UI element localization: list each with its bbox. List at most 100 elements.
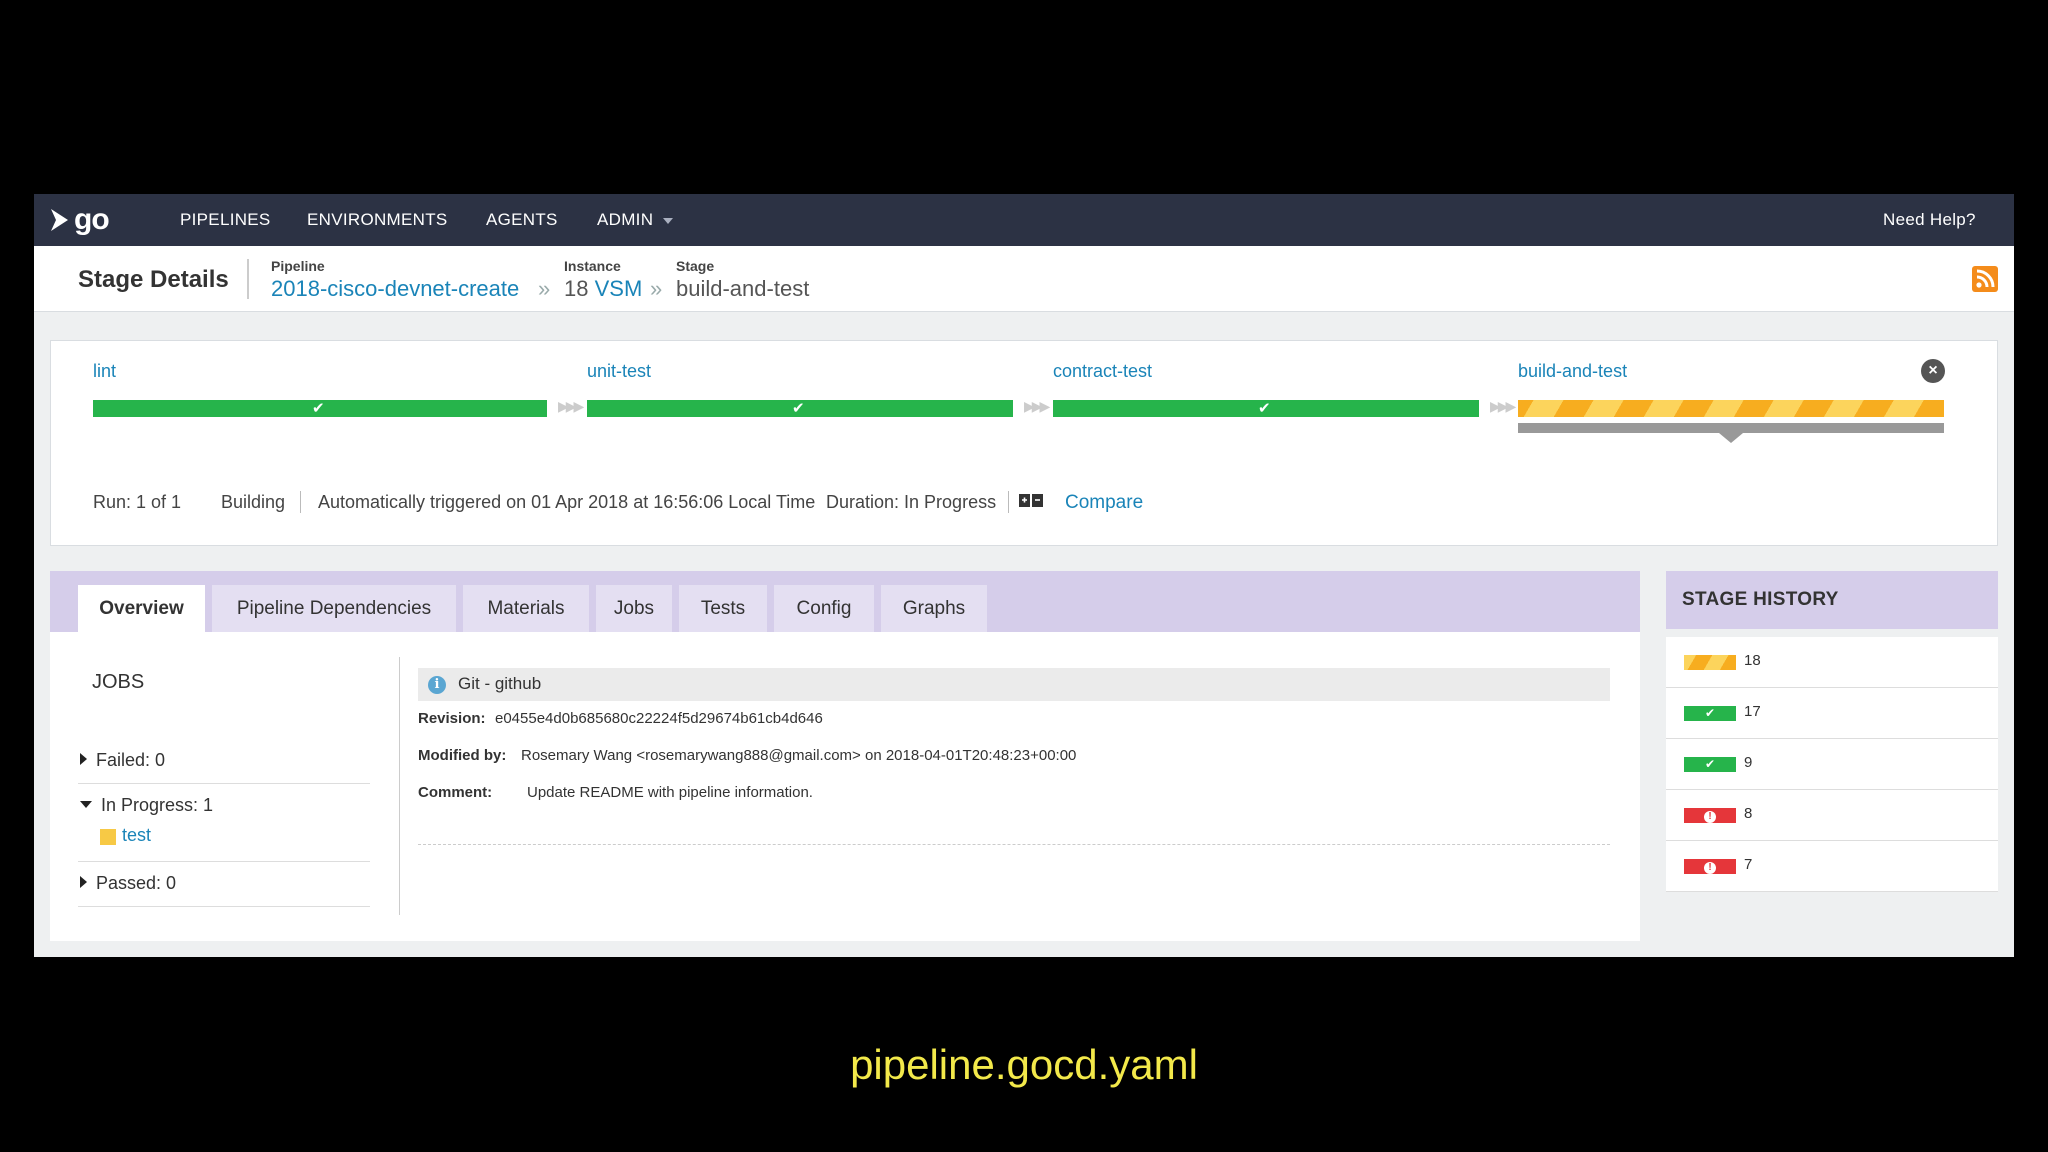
failed-jobs-toggle[interactable]: Failed: 0 [80,750,165,771]
instance-value: 18 VSM [564,276,642,302]
check-icon: ✔ [792,400,805,417]
comment-label: Comment: [418,784,493,801]
rss-feed-icon[interactable] [1972,266,1998,292]
stage-label: Stage [676,258,715,274]
stage-link-unit-test[interactable]: unit-test [587,361,651,382]
stage-bar-lint[interactable]: ✔ [93,400,547,417]
history-run-number: 9 [1744,754,1753,771]
stage-details-header: Stage Details Pipeline 2018-cisco-devnet… [34,246,2014,312]
app-window: go PIPELINES ENVIRONMENTS AGENTS ADMIN N… [34,194,2014,957]
check-icon: ✔ [312,400,325,417]
history-run-number: 7 [1744,856,1753,873]
chevron-down-icon [663,217,674,224]
history-run-number: 18 [1744,652,1761,669]
error-icon: ! [1704,862,1716,874]
stage-arrow-icon: ▶▶▶ [558,398,584,414]
stage-bar-build-and-test[interactable] [1518,400,1944,417]
expand-arrow-icon [80,876,87,889]
duration-info: Duration: In Progress [826,492,997,512]
nav-help[interactable]: Need Help? [1883,194,1976,246]
history-row-18[interactable]: 18 [1666,637,1998,688]
failed-status-bar: ! [1684,859,1736,874]
nav-environments[interactable]: ENVIRONMENTS [307,194,448,246]
check-icon: ✔ [1684,757,1736,772]
instance-label: Instance [564,258,621,274]
jobs-divider [78,861,370,862]
passed-jobs-toggle[interactable]: Passed: 0 [80,873,176,894]
jobs-title: JOBS [92,671,145,693]
stage-link-build-and-test[interactable]: build-and-test [1518,361,1627,382]
nav-agents[interactable]: AGENTS [486,194,558,246]
stage-history-header: STAGE HISTORY [1666,571,1998,629]
nav-admin[interactable]: ADMIN [597,194,674,246]
stage-arrow-icon: ▶▶▶ [1490,398,1516,414]
play-logo-icon [51,209,68,231]
history-row-9[interactable]: ✔ 9 [1666,739,1998,790]
column-divider [399,657,400,915]
tab-overview[interactable]: Overview [78,585,205,632]
history-row-8[interactable]: ! 8 [1666,790,1998,841]
material-header: i Git - github [418,668,1610,701]
trigger-info: Automatically triggered on 01 Apr 2018 a… [318,492,816,512]
pipeline-link[interactable]: 2018-cisco-devnet-create [271,276,519,302]
history-row-7[interactable]: ! 7 [1666,841,1998,892]
material-divider [418,844,1610,845]
tab-config[interactable]: Config [774,585,874,632]
tab-pipeline-dependencies[interactable]: Pipeline Dependencies [212,585,456,632]
top-navigation-bar: go PIPELINES ENVIRONMENTS AGENTS ADMIN N… [34,194,2014,246]
tab-jobs[interactable]: Jobs [596,585,672,632]
in-progress-jobs-label: In Progress: 1 [101,795,214,815]
info-divider [300,491,301,513]
check-icon: ✔ [1258,400,1271,417]
selected-stage-indicator [1518,423,1944,433]
material-name: Git - github [458,674,542,693]
stage-value: build-and-test [676,276,810,301]
error-icon: ! [1704,811,1716,823]
tab-tests[interactable]: Tests [679,585,767,632]
failed-jobs-label: Failed: 0 [96,750,166,770]
close-icon[interactable]: × [1921,359,1945,383]
nav-admin-label: ADMIN [597,210,654,229]
history-row-17[interactable]: ✔ 17 [1666,688,1998,739]
breadcrumb-separator: » [538,276,551,301]
info-divider [1008,491,1009,513]
video-caption: pipeline.gocd.yaml [850,1041,1198,1088]
pipeline-label: Pipeline [271,258,325,274]
stage-history-title: STAGE HISTORY [1682,589,1839,610]
instance-number: 18 [564,276,589,301]
history-run-number: 8 [1744,805,1753,822]
building-status-bar [1684,655,1736,670]
go-logo[interactable]: go [48,204,110,236]
tab-bar: Overview Pipeline Dependencies Materials… [50,571,1640,632]
tab-graphs[interactable]: Graphs [881,585,987,632]
stage-link-lint[interactable]: lint [93,361,116,382]
tab-materials[interactable]: Materials [463,585,589,632]
stage-history-panel: STAGE HISTORY 18 ✔ 17 ✔ 9 ! 8 ! 7 [1666,571,1998,911]
nav-pipelines[interactable]: PIPELINES [180,194,271,246]
page-title: Stage Details [78,266,229,293]
stage-overview-panel: lint ✔ ▶▶▶ unit-test ✔ ▶▶▶ contract-test… [50,340,1998,546]
vsm-link[interactable]: VSM [595,276,643,301]
compare-link[interactable]: Compare [1065,492,1143,514]
jobs-divider [78,906,370,907]
stage-bar-unit-test[interactable]: ✔ [587,400,1013,417]
jobs-divider [78,783,370,784]
modified-by-label: Modified by: [418,747,507,764]
stage-link-contract-test[interactable]: contract-test [1053,361,1152,382]
info-icon: i [428,676,446,694]
comment-value: Update README with pipeline information. [527,784,813,801]
job-link-test[interactable]: test [122,825,151,846]
collapse-arrow-icon [80,800,92,808]
compare-icon[interactable] [1019,493,1043,509]
stage-details-panel: Overview Pipeline Dependencies Materials… [50,571,1640,941]
expand-arrow-icon [80,753,87,766]
run-counter: Run: 1 of 1 [93,492,182,512]
revision-value: e0455e4d0b685680c22224f5d29674b61cb4d646 [495,710,823,727]
modified-by-value: Rosemary Wang <rosemarywang888@gmail.com… [521,747,1077,764]
job-status-icon [100,829,116,845]
breadcrumb-separator: » [650,276,663,301]
passed-jobs-label: Passed: 0 [96,873,177,893]
stage-bar-contract-test[interactable]: ✔ [1053,400,1479,417]
history-run-number: 17 [1744,703,1761,720]
in-progress-jobs-toggle[interactable]: In Progress: 1 [80,795,213,816]
